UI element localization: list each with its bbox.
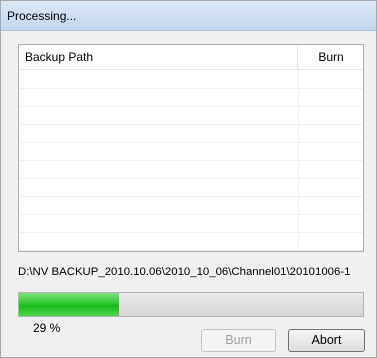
progress-percent-label: 29 % — [33, 321, 61, 335]
progress-bar-fill — [19, 293, 119, 316]
burn-button[interactable]: Burn — [201, 329, 276, 352]
progress-bar — [18, 292, 364, 317]
list-row-divider — [19, 214, 363, 215]
list-row-divider — [19, 196, 363, 197]
abort-button[interactable]: Abort — [288, 329, 365, 352]
list-row-divider — [19, 106, 363, 107]
backup-path-list[interactable]: Backup Path Burn — [18, 44, 364, 252]
window-title: Processing... — [7, 9, 77, 23]
list-row-divider — [19, 142, 363, 143]
list-header: Backup Path Burn — [19, 45, 363, 70]
column-header-burn[interactable]: Burn — [299, 45, 363, 69]
processing-dialog: Processing... Backup Path Burn D:\NV BAC… — [0, 0, 377, 358]
list-body[interactable] — [19, 70, 363, 251]
column-header-backup-path[interactable]: Backup Path — [19, 45, 298, 69]
list-row-divider — [19, 178, 363, 179]
list-row-divider — [19, 232, 363, 233]
list-row-divider — [19, 88, 363, 89]
current-file-path: D:\NV BACKUP_2010.10.06\2010_10_06\Chann… — [18, 266, 351, 278]
list-row-divider — [19, 160, 363, 161]
title-bar[interactable]: Processing... — [1, 1, 376, 31]
list-row-divider — [19, 124, 363, 125]
list-row-divider — [19, 250, 363, 251]
